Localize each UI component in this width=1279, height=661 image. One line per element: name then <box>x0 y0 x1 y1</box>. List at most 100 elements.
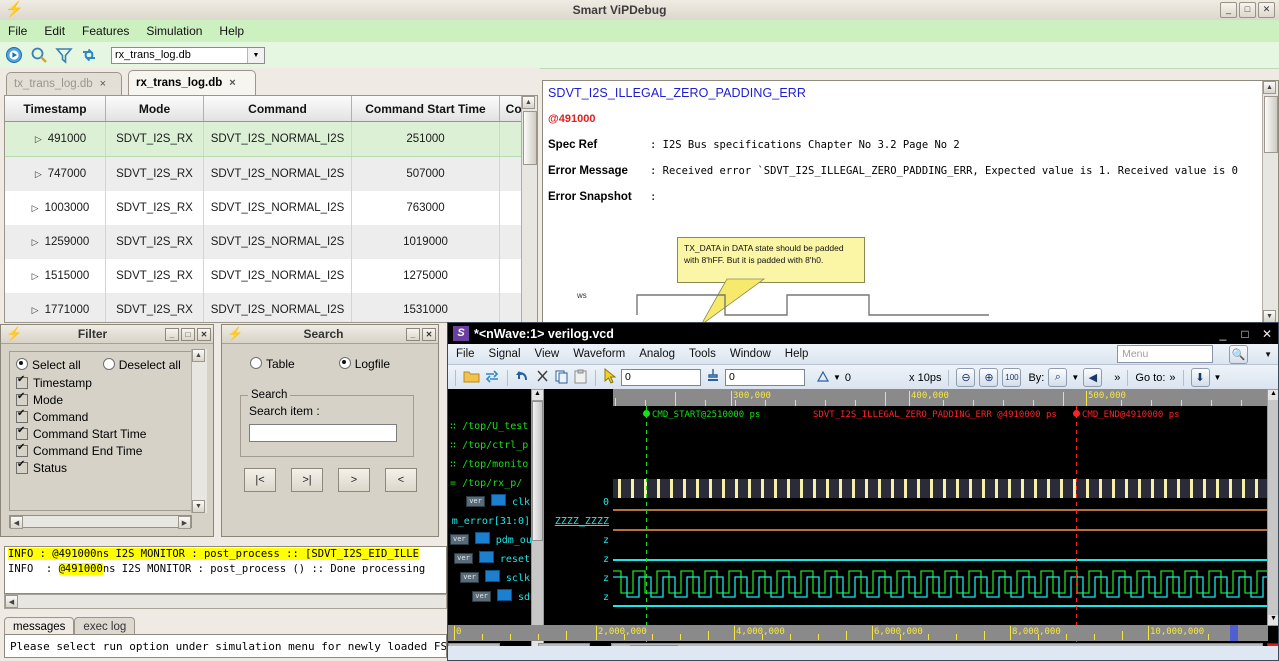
menu-edit[interactable]: Edit <box>44 24 65 38</box>
pointer-icon[interactable] <box>603 367 617 387</box>
radio-icon[interactable] <box>250 357 262 369</box>
signal-row-m-error[interactable]: m_error[31:0] <box>450 512 530 531</box>
search-prev-button[interactable]: < <box>385 468 417 492</box>
col-timestamp[interactable]: Timestamp <box>5 96 106 122</box>
main-window-controls[interactable]: _ □ ✕ <box>1220 2 1275 18</box>
menu-help[interactable]: Help <box>219 24 244 38</box>
menu-features[interactable]: Features <box>82 24 129 38</box>
expander-icon[interactable]: ▷ <box>32 271 39 282</box>
radio-icon[interactable] <box>338 357 351 369</box>
scroll-up-icon[interactable]: ▲ <box>532 390 543 401</box>
col-start-time[interactable]: Command Start Time <box>351 96 500 122</box>
table-vertical-scrollbar[interactable]: ▲ <box>521 96 537 322</box>
signal-row-sd[interactable]: ver sd <box>450 588 530 607</box>
scroll-left-icon[interactable]: ◀ <box>5 595 18 608</box>
signal-value-pane[interactable]: 0 ZZZZ_ZZZZ z z z z <box>545 389 613 647</box>
menu-search-input[interactable]: Menu <box>1117 345 1214 363</box>
scroll-down-icon[interactable]: ▼ <box>1268 615 1278 625</box>
table-row[interactable]: ▷ 1003000 SDVT_I2S_RX SDVT_I2S_NORMAL_I2S… <box>5 191 537 225</box>
expander-icon[interactable]: ▷ <box>32 237 39 248</box>
main-toolbar[interactable]: rx_trans_log.db ▼ <box>0 42 1279 69</box>
paste-icon[interactable] <box>573 369 588 387</box>
waveform-bottom-ruler[interactable]: 0 2,000,000 4,000,000 6,000,000 8,000,00… <box>448 625 1268 641</box>
signal-pane-vscrollbar[interactable]: ▲ ▼ <box>531 389 544 647</box>
close-icon[interactable]: ✕ <box>197 327 211 341</box>
main-menubar[interactable]: File Edit Features Simulation Help <box>0 20 1279 43</box>
table-row[interactable]: ▷ 1259000 SDVT_I2S_RX SDVT_I2S_NORMAL_I2S… <box>5 225 537 259</box>
radio-logfile[interactable]: Logfile <box>338 357 390 371</box>
minimize-icon[interactable]: _ <box>1220 2 1237 18</box>
step-back-icon[interactable]: ◀ <box>1083 368 1103 387</box>
signal-scope-row[interactable]: ∷ /top/U_test <box>450 417 530 436</box>
radio-icon[interactable] <box>16 358 28 370</box>
checkbox-icon[interactable] <box>16 391 28 406</box>
signal-row-pdm-out[interactable]: ver pdm_out <box>450 531 538 550</box>
cursor-line-end[interactable] <box>1076 406 1077 647</box>
checkbox-icon[interactable] <box>16 408 28 423</box>
tab-tx-trans-log[interactable]: tx_trans_log.db × <box>6 72 122 95</box>
menu-file[interactable]: File <box>8 24 27 38</box>
filter-item-mode[interactable]: Mode <box>16 391 185 407</box>
messages-log[interactable]: INFO : @491000ns I2S MONITOR : post_proc… <box>4 546 447 594</box>
scrollbar-thumb[interactable] <box>523 111 537 165</box>
close-icon[interactable]: ✕ <box>1256 327 1278 341</box>
nw-menu-view[interactable]: View <box>535 348 560 360</box>
table-row[interactable]: ▷ 1771000 SDVT_I2S_RX SDVT_I2S_NORMAL_I2S… <box>5 293 537 322</box>
scroll-up-icon[interactable]: ▲ <box>1268 390 1278 400</box>
toolbar-overflow-icon[interactable]: » <box>1114 372 1120 384</box>
reload-icon[interactable] <box>484 369 500 387</box>
scrollbar-thumb[interactable] <box>1264 96 1278 153</box>
minimize-icon[interactable]: _ <box>1212 327 1234 341</box>
maximize-icon[interactable]: □ <box>1234 327 1256 341</box>
nwave-menubar[interactable]: File Signal View Waveform Analog Tools W… <box>448 344 1278 365</box>
zoom-out-icon[interactable]: ⊖ <box>956 368 976 387</box>
scrollbar-thumb[interactable] <box>532 401 543 541</box>
tab-exec-log[interactable]: exec log <box>74 617 136 635</box>
signal-scope-row[interactable]: ∷ /top/monito <box>450 455 530 474</box>
col-mode[interactable]: Mode <box>105 96 204 122</box>
chevron-down-icon[interactable]: ▼ <box>1214 373 1222 382</box>
open-folder-icon[interactable] <box>463 369 480 387</box>
filter-item-start-time[interactable]: Command Start Time <box>16 425 185 441</box>
scroll-down-icon[interactable]: ▼ <box>192 500 205 513</box>
minimize-icon[interactable]: _ <box>406 327 420 341</box>
expander-icon[interactable]: ▷ <box>35 134 42 145</box>
chevron-down-icon[interactable]: ▼ <box>247 47 264 63</box>
run-icon[interactable] <box>5 46 23 64</box>
copy-icon[interactable] <box>554 369 569 387</box>
filter-item-timestamp[interactable]: Timestamp <box>16 374 185 390</box>
filter-vertical-scrollbar[interactable]: ▲ ▼ <box>191 349 207 513</box>
chevron-down-icon[interactable]: ▼ <box>1071 373 1079 382</box>
radio-table[interactable]: Table <box>250 357 295 371</box>
tab-rx-trans-log[interactable]: rx_trans_log.db × <box>128 70 256 95</box>
table-row[interactable]: ▷ 1515000 SDVT_I2S_RX SDVT_I2S_NORMAL_I2S… <box>5 259 537 293</box>
nw-menu-analog[interactable]: Analog <box>639 348 675 360</box>
col-command[interactable]: Command <box>203 96 352 122</box>
filter-item-command[interactable]: Command <box>16 408 185 424</box>
nw-menu-file[interactable]: File <box>456 348 475 360</box>
undo-icon[interactable] <box>515 369 531 387</box>
filter-item-end-time[interactable]: Command End Time <box>16 442 185 458</box>
download-icon[interactable]: ⬇ <box>1190 368 1210 387</box>
nw-menu-waveform[interactable]: Waveform <box>573 348 625 360</box>
filter-icon[interactable] <box>55 46 73 64</box>
database-combobox[interactable]: rx_trans_log.db ▼ <box>111 46 265 64</box>
waveform-canvas[interactable]: 300,000 400,000 500,000 CMD_START@251000… <box>613 389 1268 647</box>
expander-icon[interactable]: ▷ <box>35 169 42 180</box>
menu-search-icon[interactable]: 🔍 <box>1229 344 1249 364</box>
by-mode-icon[interactable]: ⌕ <box>1048 368 1068 387</box>
waveform-area[interactable]: ∷ /top/U_test ∷ /top/ctrl_p ∷ /top/monit… <box>448 389 1278 660</box>
search-mode-radios[interactable]: Table Logfile <box>250 357 390 371</box>
menu-simulation[interactable]: Simulation <box>146 24 202 38</box>
overview-cursor[interactable] <box>1230 625 1238 641</box>
zoom-in-icon[interactable]: ⊕ <box>979 368 999 387</box>
signal-scope-row[interactable]: = /top/rx_p/ <box>450 474 530 493</box>
cut-icon[interactable] <box>535 369 550 387</box>
signal-row-reset[interactable]: ver reset <box>450 550 530 569</box>
scroll-up-icon[interactable]: ▲ <box>192 349 205 362</box>
expander-icon[interactable]: ▷ <box>32 305 39 316</box>
tab-messages[interactable]: messages <box>4 617 75 635</box>
scroll-right-icon[interactable]: ▶ <box>178 516 191 529</box>
search-input[interactable] <box>249 424 397 442</box>
marker-stamp-icon[interactable] <box>705 368 721 387</box>
